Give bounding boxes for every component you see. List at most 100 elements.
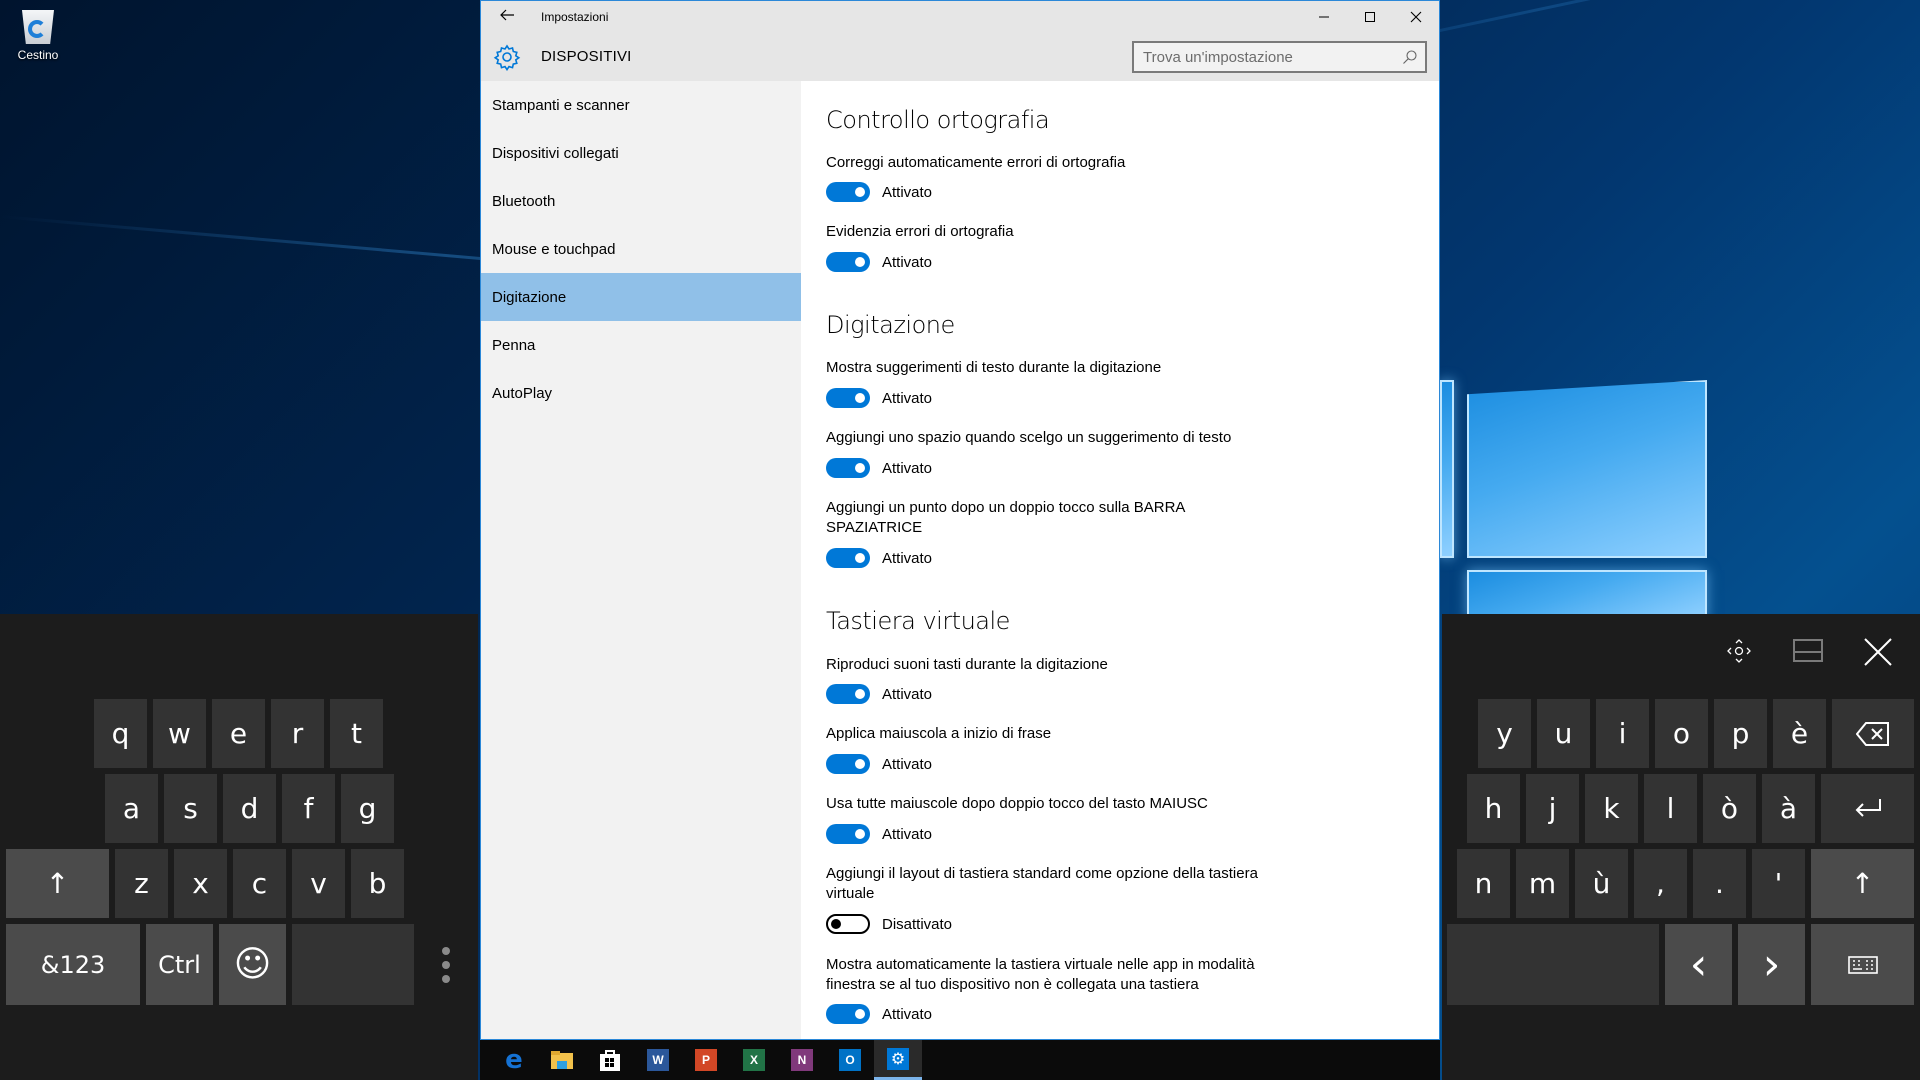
taskbar-app-outlook[interactable]: O xyxy=(826,1040,874,1080)
toggle-switch[interactable] xyxy=(826,388,870,408)
toggle-aggiungi-punto[interactable]: Attivato xyxy=(826,548,932,568)
key-h[interactable]: h xyxy=(1467,774,1520,843)
key-i[interactable]: i xyxy=(1596,699,1649,768)
key-p[interactable]: p xyxy=(1714,699,1767,768)
toggle-switch[interactable] xyxy=(826,458,870,478)
key-shift-left[interactable]: ↑ xyxy=(6,849,109,918)
taskbar-app-edge[interactable]: e xyxy=(490,1040,538,1080)
search-icon[interactable] xyxy=(1402,49,1418,65)
key-u-grave[interactable]: ù xyxy=(1575,849,1628,918)
toggle-mostra-suggerimenti[interactable]: Attivato xyxy=(826,388,932,408)
key-a-grave[interactable]: à xyxy=(1762,774,1815,843)
key-enter[interactable] xyxy=(1821,774,1914,843)
key-shift-right[interactable]: ↑ xyxy=(1811,849,1914,918)
key-l[interactable]: l xyxy=(1644,774,1697,843)
toggle-suoni-tasti[interactable]: Attivato xyxy=(826,684,932,704)
sidebar-item-mouse[interactable]: Mouse e touchpad xyxy=(481,225,801,273)
key-e[interactable]: e xyxy=(212,699,265,768)
sidebar-item-bluetooth[interactable]: Bluetooth xyxy=(481,177,801,225)
key-o[interactable]: o xyxy=(1655,699,1708,768)
toggle-switch[interactable] xyxy=(826,824,870,844)
setting-label: Usa tutte maiuscole dopo doppio tocco de… xyxy=(826,795,1208,812)
key-z[interactable]: z xyxy=(115,849,168,918)
sidebar-item-autoplay[interactable]: AutoPlay xyxy=(481,369,801,417)
key-f[interactable]: f xyxy=(282,774,335,843)
setting-label: Correggi automaticamente errori di ortog… xyxy=(826,154,1126,171)
key-backspace[interactable] xyxy=(1832,699,1914,768)
sidebar-item-label: AutoPlay xyxy=(492,384,553,402)
key-k[interactable]: k xyxy=(1585,774,1638,843)
toggle-switch[interactable] xyxy=(826,914,870,934)
key-comma[interactable]: , xyxy=(1634,849,1687,918)
key-a[interactable]: a xyxy=(105,774,158,843)
search-box[interactable] xyxy=(1132,41,1427,73)
key-u[interactable]: u xyxy=(1537,699,1590,768)
key-g[interactable]: g xyxy=(341,774,394,843)
key-v[interactable]: v xyxy=(292,849,345,918)
key-w[interactable]: w xyxy=(153,699,206,768)
key-j[interactable]: j xyxy=(1526,774,1579,843)
toggle-state: Attivato xyxy=(882,253,933,271)
taskbar-app-store[interactable] xyxy=(586,1040,634,1080)
minimize-button[interactable] xyxy=(1301,1,1347,33)
key-b[interactable]: b xyxy=(351,849,404,918)
key-right-arrow[interactable]: › xyxy=(1738,924,1805,1005)
back-button[interactable] xyxy=(497,7,517,27)
taskbar-app-file-explorer[interactable] xyxy=(538,1040,586,1080)
key-o-grave[interactable]: ò xyxy=(1703,774,1756,843)
key-ctrl[interactable]: Ctrl xyxy=(146,924,213,1005)
toggle-evidenzia-errori[interactable]: Attivato xyxy=(826,252,932,272)
dock-keyboard-button[interactable] xyxy=(1792,636,1824,666)
toggle-switch[interactable] xyxy=(826,252,870,272)
key-d[interactable]: d xyxy=(223,774,276,843)
taskbar-app-powerpoint[interactable]: P xyxy=(682,1040,730,1080)
key-space-left[interactable] xyxy=(292,924,414,1005)
taskbar-app-onenote[interactable]: N xyxy=(778,1040,826,1080)
toggle-switch[interactable] xyxy=(826,754,870,774)
key-symbols[interactable]: &123 xyxy=(6,924,140,1005)
close-button[interactable] xyxy=(1393,1,1439,33)
key-left-arrow[interactable]: ‹ xyxy=(1665,924,1732,1005)
key-r[interactable]: r xyxy=(271,699,324,768)
setting-label: Mostra automaticamente la tastiera virtu… xyxy=(826,956,1255,993)
key-emoji[interactable]: ☺ xyxy=(219,924,286,1005)
toggle-switch[interactable] xyxy=(826,684,870,704)
key-period[interactable]: . xyxy=(1693,849,1746,918)
sidebar-item-penna[interactable]: Penna xyxy=(481,321,801,369)
toggle-switch[interactable] xyxy=(826,182,870,202)
touch-keyboard-left: q w e r t a s d f g ↑ z x c v b &123 Ctr… xyxy=(0,614,478,1080)
key-e-grave[interactable]: è xyxy=(1773,699,1826,768)
key-q[interactable]: q xyxy=(94,699,147,768)
word-icon: W xyxy=(647,1049,669,1071)
move-keyboard-button[interactable] xyxy=(1724,636,1754,666)
toggle-aggiungi-spazio[interactable]: Attivato xyxy=(826,458,932,478)
key-t[interactable]: t xyxy=(330,699,383,768)
key-y[interactable]: y xyxy=(1478,699,1531,768)
toggle-tutte-maiuscole[interactable]: Attivato xyxy=(826,824,932,844)
toggle-layout-standard[interactable]: Disattivato xyxy=(826,914,952,934)
toggle-switch[interactable] xyxy=(826,1004,870,1024)
key-m[interactable]: m xyxy=(1516,849,1569,918)
toggle-maiuscola-frase[interactable]: Attivato xyxy=(826,754,932,774)
key-n[interactable]: n xyxy=(1457,849,1510,918)
maximize-button[interactable] xyxy=(1347,1,1393,33)
sidebar-item-stampanti[interactable]: Stampanti e scanner xyxy=(481,81,801,129)
taskbar-app-word[interactable]: W xyxy=(634,1040,682,1080)
toggle-mostra-tastiera[interactable]: Attivato xyxy=(826,1004,932,1024)
desktop-icon-recycle-bin[interactable]: Cestino xyxy=(8,6,68,62)
sidebar-item-digitazione[interactable]: Digitazione xyxy=(481,273,801,321)
toggle-correggi-automaticamente[interactable]: Attivato xyxy=(826,182,932,202)
key-c[interactable]: c xyxy=(233,849,286,918)
key-s[interactable]: s xyxy=(164,774,217,843)
key-space-right[interactable] xyxy=(1447,924,1659,1005)
more-options-button[interactable] xyxy=(436,942,456,988)
taskbar-app-excel[interactable]: X xyxy=(730,1040,778,1080)
key-apostrophe[interactable]: ' xyxy=(1752,849,1805,918)
key-x[interactable]: x xyxy=(174,849,227,918)
key-keyboard-options[interactable] xyxy=(1811,924,1914,1005)
taskbar-app-settings[interactable]: ⚙ xyxy=(874,1040,922,1080)
close-keyboard-button[interactable] xyxy=(1862,636,1894,668)
search-input[interactable] xyxy=(1134,43,1425,71)
sidebar-item-dispositivi-collegati[interactable]: Dispositivi collegati xyxy=(481,129,801,177)
toggle-switch[interactable] xyxy=(826,548,870,568)
